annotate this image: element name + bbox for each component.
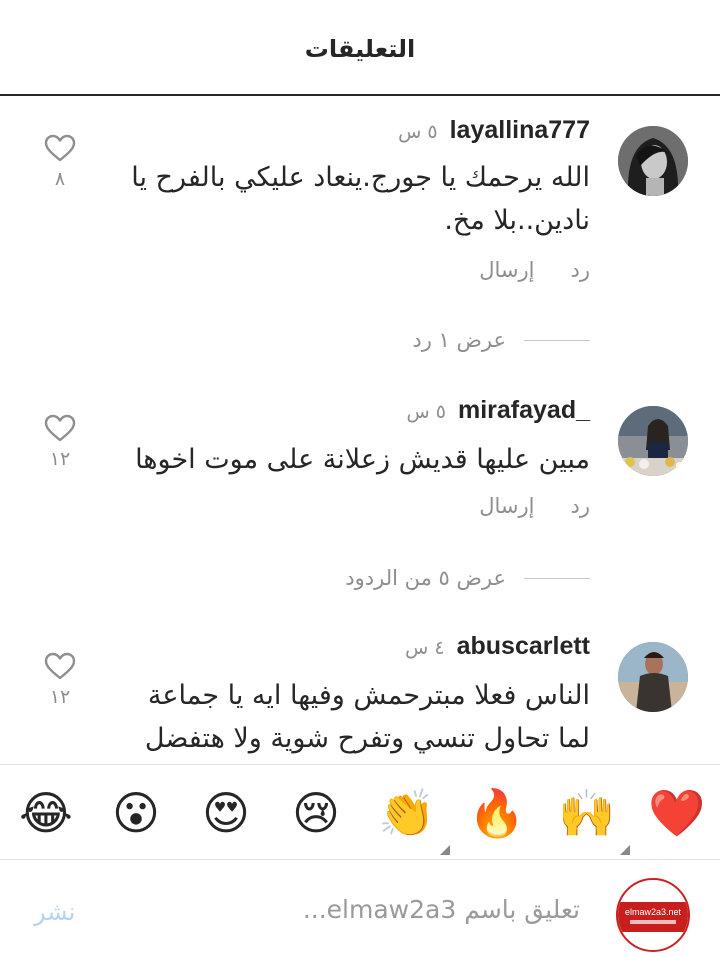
like-group: ١٢	[40, 652, 80, 708]
avatar[interactable]	[618, 642, 688, 712]
comment-input[interactable]: تعليق باسم elmaw2a3...	[303, 895, 580, 924]
clapping-hands-glyph: 👏	[378, 786, 436, 840]
comment-text: الله يرحمك يا جورج.ينعاد عليكي بالفرح يا…	[131, 162, 590, 236]
like-group: ٨	[40, 134, 80, 190]
crying-emoji-icon[interactable]: 😢	[288, 785, 344, 841]
skin-tone-indicator-icon	[620, 845, 630, 855]
comment-time: ٥ س	[398, 121, 438, 143]
comment-text: مبين عليها قديش زعلانة على موت اخوها	[135, 444, 590, 475]
skin-tone-indicator-icon	[440, 845, 450, 855]
heart-icon[interactable]	[40, 414, 80, 442]
comment-time: ٤ س	[405, 637, 445, 659]
comment-time: ٥ س	[406, 401, 446, 423]
avatar[interactable]	[618, 126, 688, 196]
divider-line	[524, 577, 590, 579]
post-button[interactable]: نشر	[34, 898, 75, 926]
reply-button[interactable]: رد	[571, 494, 591, 518]
comment-text: الناس فعلا مبترحمش وفيها ايه يا جماعة لم…	[144, 680, 590, 754]
header: التعليقات	[0, 0, 720, 96]
clapping-hands-emoji-icon[interactable]: 👏	[378, 785, 450, 855]
surprised-emoji-icon[interactable]: 😮	[108, 785, 164, 841]
raising-hands-emoji-icon[interactable]: 🙌	[558, 785, 630, 855]
like-group: ١٢	[40, 414, 80, 470]
raising-hands-glyph: 🙌	[558, 786, 616, 840]
laughing-tears-emoji-icon[interactable]: 😂	[18, 785, 74, 841]
like-count: ١٢	[49, 448, 71, 470]
heart-icon[interactable]	[40, 652, 80, 680]
reply-button[interactable]: رد	[571, 258, 591, 282]
heart-icon[interactable]	[40, 134, 80, 162]
comment-username[interactable]: layallina777	[450, 116, 590, 145]
view-replies[interactable]: عرض ١ رد	[412, 328, 590, 352]
page-title: التعليقات	[304, 35, 416, 63]
divider-line	[524, 339, 590, 341]
avatar[interactable]	[618, 406, 688, 476]
fire-emoji-icon[interactable]: 🔥	[468, 785, 525, 841]
view-replies-label[interactable]: عرض ١ رد	[412, 328, 506, 352]
avatar-logo-text: elmaw2a3.net	[625, 907, 682, 917]
heart-eyes-emoji-icon[interactable]: 😍	[198, 785, 254, 841]
red-heart-emoji-icon[interactable]: ❤️	[648, 785, 705, 841]
send-button[interactable]: إرسال	[479, 258, 534, 282]
avatar[interactable]: elmaw2a3.net	[616, 878, 690, 952]
like-count: ١٢	[49, 686, 71, 708]
comment-username[interactable]: abuscarlett	[457, 632, 590, 661]
comment-username[interactable]: _mirafayad	[458, 396, 590, 425]
send-button[interactable]: إرسال	[479, 494, 534, 518]
like-count: ٨	[54, 168, 66, 190]
comment-compose-bar: elmaw2a3.net تعليق باسم elmaw2a3... نشر	[0, 862, 720, 956]
view-replies-label[interactable]: عرض ٥ من الردود	[345, 566, 506, 590]
view-replies[interactable]: عرض ٥ من الردود	[345, 566, 590, 590]
emoji-bar: 😂 😮 😍 😢 👏 🔥 🙌 ❤️	[0, 764, 720, 860]
